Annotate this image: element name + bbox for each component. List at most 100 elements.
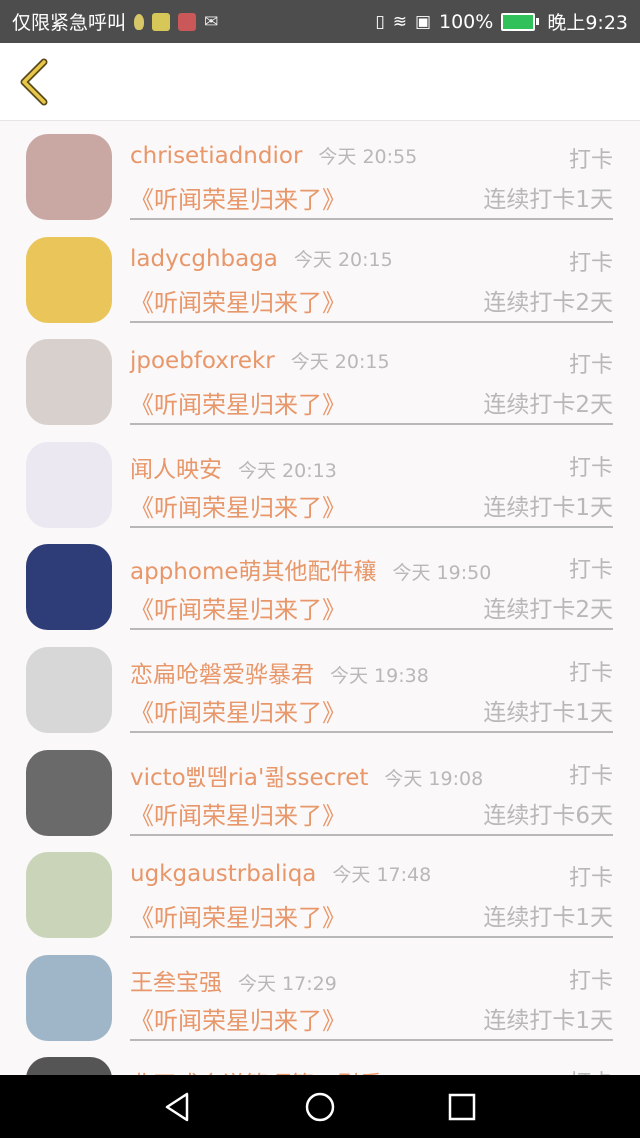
- avatar[interactable]: [26, 339, 112, 426]
- entry-content: 王叁宝强 今天 17:29 打卡《听闻荣星归来了》 连续打卡1天: [130, 945, 613, 1041]
- checkin-time: 今天 20:15: [293, 248, 393, 271]
- checkin-action: 打卡: [568, 558, 613, 584]
- battery-percentage: 100%: [439, 10, 494, 33]
- avatar[interactable]: [26, 852, 112, 939]
- streak-count: 连续打卡1天: [483, 905, 613, 932]
- clock: 晚上9:23: [547, 12, 628, 34]
- user-name[interactable]: apphome萌其他配件穰: [130, 559, 377, 585]
- checkin-action: 打卡: [568, 968, 613, 994]
- streak-count: 连续打卡1天: [483, 700, 613, 726]
- book-title[interactable]: 《听闻荣星归来了》: [130, 796, 346, 831]
- back-button[interactable]: [16, 58, 56, 106]
- avatar[interactable]: [26, 647, 112, 733]
- user-name[interactable]: victo삜뗌ria'쾲ssecret: [130, 765, 368, 791]
- list-item[interactable]: 王叁宝强 今天 17:29 打卡《听闻荣星归来了》 连续打卡1天: [0, 945, 640, 1047]
- user-name[interactable]: ladycghbaga: [130, 246, 278, 272]
- entry-content: victo삜뗌ria'쾲ssecret 今天 19:08 打卡《听闻荣星归来了》 连续…: [130, 740, 613, 836]
- list-item[interactable]: chrisetiadndior 今天 20:55 打卡《听闻荣星归来了》 连续打卡1天: [0, 124, 640, 226]
- avatar[interactable]: [26, 544, 112, 631]
- vibrate-icon: ▯: [375, 11, 385, 32]
- avatar[interactable]: [26, 441, 112, 528]
- wifi-icon: ≋: [392, 11, 407, 32]
- book-title[interactable]: 《听闻荣星归来了》: [130, 488, 346, 523]
- list-item[interactable]: ladycghbaga 今天 20:15 打卡《听闻荣星归来了》 连续打卡2天: [0, 227, 640, 329]
- entry-content: 恋扁呛磐爱骅暴君 今天 19:38 打卡《听闻荣星归来了》 连续打卡1天: [130, 637, 613, 733]
- entry-header: ladycghbaga 今天 20:15: [130, 245, 393, 272]
- book-title[interactable]: 《听闻荣星归来了》: [130, 283, 346, 318]
- streak-count: 连续打卡1天: [483, 187, 613, 213]
- list-item[interactable]: victo삜뗌ria'쾲ssecret 今天 19:08 打卡《听闻荣星归来了》 连续…: [0, 740, 640, 842]
- streak-count: 连续打卡2天: [483, 597, 613, 624]
- book-title[interactable]: 《听闻荣星归来了》: [130, 180, 346, 215]
- checkin-time: 今天 20:55: [318, 146, 418, 168]
- entry-content: ladycghbaga 今天 20:15 打卡《听闻荣星归来了》 连续打卡2天: [130, 227, 613, 323]
- bulb-icon: [134, 13, 145, 30]
- avatar[interactable]: [26, 749, 112, 836]
- entry-content: ugkgaustrbaliqa 今天 17:48 打卡《听闻荣星归来了》 连续打卡1天: [130, 842, 613, 939]
- top-bar: [0, 43, 640, 121]
- user-name[interactable]: 恋扁呛磐爱骅暴君: [130, 662, 314, 688]
- carrier-text: 仅限紧急呼叫: [12, 12, 127, 34]
- entry-header: chrisetiadndior 今天 20:55: [130, 142, 417, 169]
- entry-content: chrisetiadndior 今天 20:55 打卡《听闻荣星归来了》 连续打卡1天: [130, 124, 613, 220]
- entry-header: jpoebfoxrekr 今天 20:15: [130, 347, 390, 374]
- checkin-time: 今天 20:13: [238, 459, 337, 482]
- checkin-time: 今天 19:38: [330, 665, 429, 687]
- avatar[interactable]: [26, 954, 112, 1041]
- checkin-time: 今天 19:50: [392, 562, 492, 585]
- checkin-action: 打卡: [568, 763, 613, 789]
- checkin-action: 打卡: [568, 455, 613, 481]
- user-name[interactable]: 闻人映安: [130, 457, 222, 483]
- checkin-action: 打卡: [568, 661, 613, 686]
- book-title[interactable]: 《听闻荣星归来了》: [130, 693, 346, 728]
- streak-count: 连续打卡1天: [483, 494, 613, 521]
- back-triangle-icon[interactable]: [160, 1089, 196, 1125]
- checkin-time: 今天 20:15: [290, 351, 390, 374]
- checkin-time: 今天 17:48: [332, 864, 432, 887]
- list-item[interactable]: 闻人映安 今天 20:13 打卡《听闻荣星归来了》 连续打卡1天: [0, 432, 640, 534]
- app-icon: [152, 12, 171, 31]
- avatar[interactable]: [26, 236, 112, 323]
- book-title[interactable]: 《听闻荣星归来了》: [130, 1001, 346, 1036]
- entry-header: 非正式合说篮喱簸三尉季今天 16:55: [130, 1065, 498, 1075]
- entry-header: 恋扁呛磐爱骅暴君 今天 19:38: [130, 655, 429, 689]
- streak-count: 连续打卡1天: [483, 1007, 613, 1034]
- sim-icon: ▣: [414, 11, 431, 32]
- user-name[interactable]: chrisetiadndior: [130, 143, 302, 169]
- streak-count: 连续打卡6天: [483, 802, 613, 829]
- checkin-action: 打卡: [568, 250, 613, 276]
- list-item[interactable]: 恋扁呛磐爱骅暴君 今天 19:38 打卡《听闻荣星归来了》 连续打卡1天: [0, 637, 640, 739]
- book-title[interactable]: 《听闻荣星归来了》: [130, 385, 346, 420]
- checkin-action: 打卡: [568, 148, 613, 173]
- user-name[interactable]: jpoebfoxrekr: [130, 348, 275, 374]
- book-title[interactable]: 《听闻荣星归来了》: [130, 590, 346, 625]
- navigation-bar: [0, 1075, 640, 1138]
- entry-header: 王叁宝强 今天 17:29: [130, 963, 337, 997]
- entry-content: jpoebfoxrekr 今天 20:15 打卡《听闻荣星归来了》 连续打卡2天: [130, 329, 613, 426]
- entry-content: 闻人映安 今天 20:13 打卡《听闻荣星归来了》 连续打卡1天: [130, 432, 613, 528]
- checkin-action: 打卡: [568, 866, 613, 892]
- list-item[interactable]: jpoebfoxrekr 今天 20:15 打卡《听闻荣星归来了》 连续打卡2天: [0, 329, 640, 431]
- checkin-action: 打卡: [568, 353, 613, 379]
- list-item[interactable]: ugkgaustrbaliqa 今天 17:48 打卡《听闻荣星归来了》 连续打卡1天: [0, 842, 640, 944]
- app-icon: [178, 12, 197, 31]
- streak-count: 连续打卡2天: [483, 289, 613, 316]
- entry-header: apphome萌其他配件穰 今天 19:50: [130, 552, 491, 586]
- list-item[interactable]: apphome萌其他配件穰 今天 19:50 打卡《听闻荣星归来了》 连续打卡2天: [0, 534, 640, 636]
- status-right: ▯ ≋ ▣ 100% 晚上9:23: [375, 8, 640, 35]
- status-bar: 仅限紧急呼叫 ✉ ▯ ≋ ▣ 100% 晚上9:23: [0, 0, 640, 43]
- chevron-left-icon: [20, 58, 48, 106]
- checkin-time: 今天 19:08: [384, 767, 484, 790]
- entry-header: victo삜뗌ria'쾲ssecret 今天 19:08: [130, 758, 483, 792]
- checkin-action: 打卡: [569, 1065, 613, 1075]
- entry-header: 闻人映安 今天 20:13: [130, 450, 337, 484]
- user-name[interactable]: 王叁宝强: [130, 970, 222, 996]
- list-item[interactable]: 非正式合说篮喱簸三尉季今天 16:55打卡《听闻荣星归来了》连续打卡1天: [0, 1047, 640, 1075]
- avatar[interactable]: [26, 1057, 112, 1075]
- user-name[interactable]: ugkgaustrbaliqa: [130, 861, 316, 887]
- avatar[interactable]: [26, 134, 112, 220]
- home-circle-icon[interactable]: [302, 1089, 338, 1125]
- recents-square-icon[interactable]: [444, 1089, 480, 1125]
- book-title[interactable]: 《听闻荣星归来了》: [130, 898, 346, 933]
- streak-count: 连续打卡2天: [483, 392, 613, 419]
